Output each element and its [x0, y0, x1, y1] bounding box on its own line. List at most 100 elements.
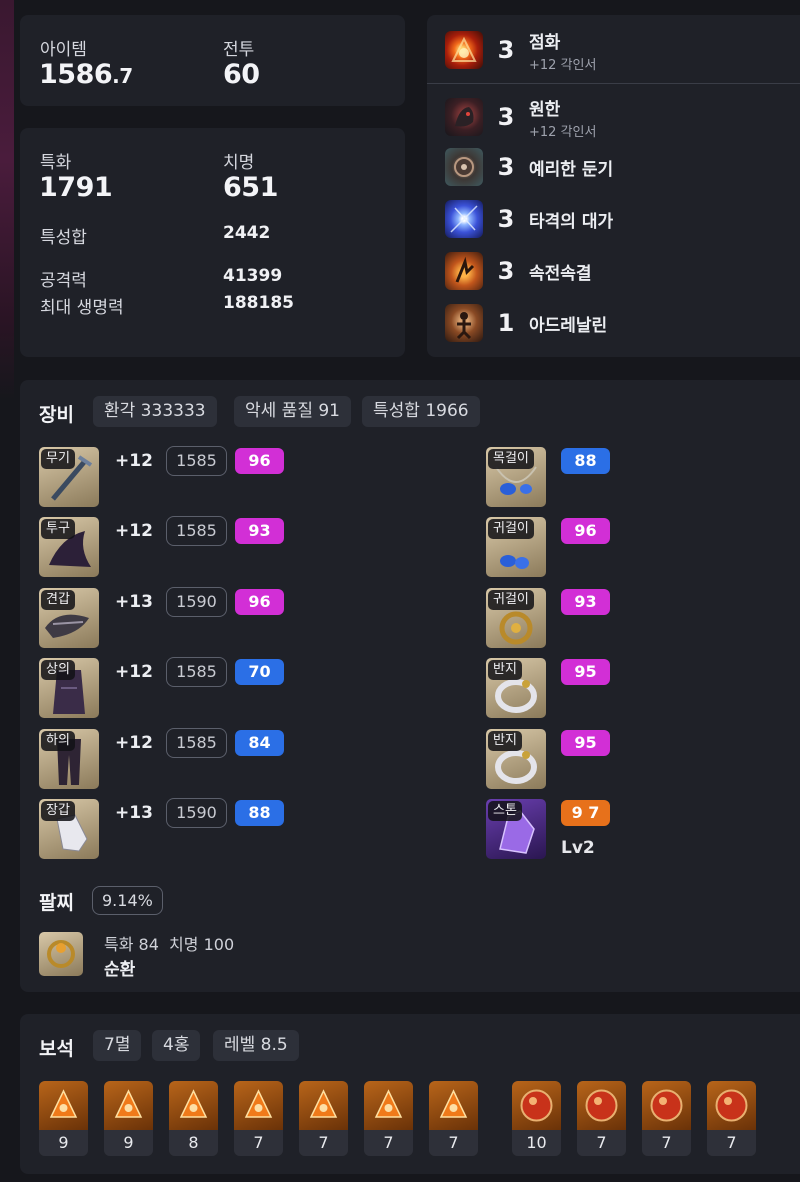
damage-gem[interactable]: 7 — [234, 1081, 283, 1156]
necklace-icon: 목걸이 — [486, 447, 546, 507]
cooldown-gem[interactable]: 10 — [512, 1081, 561, 1156]
equipment-title: 장비 — [39, 404, 74, 426]
stats-panel: 특화 1791 치명 651 특성합 2442 공격력 41399 최대 생명력… — [20, 128, 405, 357]
item-level-label: 아이템 — [40, 40, 87, 60]
damage-gem[interactable]: 7 — [299, 1081, 348, 1156]
slot-tag: 귀걸이 — [488, 590, 534, 610]
engraving-row[interactable]: 3 타격의 대가 — [445, 198, 613, 240]
stat-sum-chip: 특성합 1966 — [362, 396, 480, 427]
bracelet-effect: 순환 — [104, 960, 136, 980]
slot-tag: 상의 — [41, 660, 75, 680]
engraving-name: 타격의 대가 — [529, 211, 614, 232]
engraving-row[interactable]: 3 예리한 둔기 — [445, 146, 613, 188]
honing-level: +13 — [115, 803, 153, 823]
bracelet-title: 팔찌 — [39, 892, 74, 914]
ability-stone-icon: 스톤 — [486, 799, 546, 859]
cooldown-gem[interactable]: 7 — [577, 1081, 626, 1156]
item-level: 1585 — [166, 728, 227, 758]
engraving-name: 속전속결 — [529, 263, 592, 284]
slot-tag: 견갑 — [41, 590, 75, 610]
cooldown-gem[interactable]: 7 — [707, 1081, 756, 1156]
damage-gem[interactable]: 7 — [429, 1081, 478, 1156]
gem-level: 9 — [104, 1130, 153, 1156]
slot-tag: 반지 — [488, 660, 522, 680]
engraving-sub: +12 각인서 — [529, 124, 597, 140]
gem-level: 7 — [299, 1130, 348, 1156]
quality-badge: 9 7 — [561, 800, 610, 826]
swift-icon — [445, 252, 483, 290]
damage-gem[interactable]: 9 — [104, 1081, 153, 1156]
damage-gem[interactable]: 8 — [169, 1081, 218, 1156]
item-level-frac: .7 — [112, 64, 133, 88]
honing-level: +12 — [115, 662, 153, 682]
quality-badge: 96 — [235, 589, 284, 615]
ignite-icon — [445, 31, 483, 69]
hp-label: 최대 생명력 — [40, 298, 124, 318]
crit-value: 651 — [223, 172, 278, 203]
engraving-row[interactable]: 3 속전속결 — [445, 250, 592, 292]
chest-icon: 상의 — [39, 658, 99, 718]
gem-icon — [512, 1081, 561, 1130]
item-level-main: 1586 — [39, 59, 113, 90]
gem-level: 7 — [429, 1130, 478, 1156]
quality-badge: 93 — [561, 589, 610, 615]
spec-value: 1791 — [39, 172, 113, 203]
quality-badge: 70 — [235, 659, 284, 685]
item-level: 1585 — [166, 446, 227, 476]
slot-tag: 스톤 — [488, 801, 522, 821]
quality-badge: 96 — [561, 518, 610, 544]
slot-tag: 목걸이 — [488, 449, 534, 469]
gem-level: 8 — [169, 1130, 218, 1156]
atk-label: 공격력 — [40, 271, 87, 291]
weapon-icon: 무기 — [39, 447, 99, 507]
equipment-panel: 장비 환각 333333 악세 품질 91 특성합 1966 무기 +12 15… — [20, 380, 800, 992]
hp-value: 188185 — [223, 293, 294, 313]
gem-level: 10 — [512, 1130, 561, 1156]
gem-level: 7 — [707, 1130, 756, 1156]
engraving-row[interactable]: 1 아드레날린 — [445, 302, 607, 344]
engraving-name: 점화 — [529, 32, 561, 53]
honing-level: +13 — [115, 592, 153, 612]
gem-level: 7 — [642, 1130, 691, 1156]
engraving-row[interactable]: 3 원한 +12 각인서 — [445, 96, 597, 140]
slot-tag: 투구 — [41, 519, 75, 539]
gem-level: 7 — [364, 1130, 413, 1156]
hit-master-icon — [445, 200, 483, 238]
engraving-name: 원한 — [529, 99, 561, 120]
earring-icon: 귀걸이 — [486, 588, 546, 648]
gem-icon — [104, 1081, 153, 1130]
keen-blunt-icon — [445, 148, 483, 186]
pants-icon: 하의 — [39, 729, 99, 789]
divider — [427, 83, 800, 84]
quality-badge: 96 — [235, 448, 284, 474]
damage-gem[interactable]: 9 — [39, 1081, 88, 1156]
quality-badge: 88 — [561, 448, 610, 474]
gem-icon — [234, 1081, 283, 1130]
gem-level: 9 — [39, 1130, 88, 1156]
item-level-value: 1586.7 — [39, 59, 133, 90]
combat-level-label: 전투 — [223, 40, 255, 60]
item-level: 1590 — [166, 587, 227, 617]
slot-tag: 무기 — [41, 449, 75, 469]
gem-icon — [577, 1081, 626, 1130]
engraving-level: 3 — [497, 153, 515, 181]
transcend-chip: 환각 333333 — [93, 396, 217, 427]
engraving-row[interactable]: 3 점화 +12 각인서 — [445, 29, 597, 73]
honing-level: +12 — [115, 451, 153, 471]
cooldown-gem[interactable]: 7 — [642, 1081, 691, 1156]
item-level: 1585 — [166, 516, 227, 546]
helmet-icon: 투구 — [39, 517, 99, 577]
quality-badge: 95 — [561, 659, 610, 685]
adrenaline-icon — [445, 304, 483, 342]
engraving-sub: +12 각인서 — [529, 57, 597, 73]
gem-icon — [39, 1081, 88, 1130]
accessory-quality-chip: 악세 품질 91 — [234, 396, 351, 427]
slot-tag: 하의 — [41, 731, 75, 751]
gem-icon — [364, 1081, 413, 1130]
bracelet-percent: 9.14% — [92, 886, 163, 915]
stat-sum-value: 2442 — [223, 223, 271, 243]
item-level: 1590 — [166, 798, 227, 828]
damage-gem[interactable]: 7 — [364, 1081, 413, 1156]
quality-badge: 95 — [561, 730, 610, 756]
quality-badge: 88 — [235, 800, 284, 826]
